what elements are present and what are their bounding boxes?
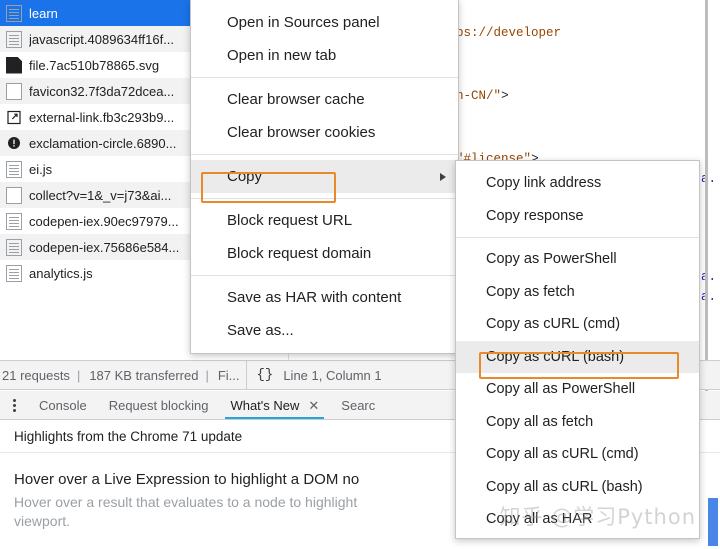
request-count: 21 requests xyxy=(2,367,70,383)
chevron-right-icon xyxy=(440,172,446,181)
doc-plain-icon xyxy=(6,82,22,100)
menu-item-block-request-domain[interactable]: Block request domain xyxy=(191,237,458,270)
menu-item-copy-response[interactable]: Copy response xyxy=(456,200,699,233)
tab-whats-new[interactable]: What's New ✕ xyxy=(219,391,330,419)
menu-item-label: Copy response xyxy=(486,207,584,224)
menu-item-copy-all-as-fetch[interactable]: Copy all as fetch xyxy=(456,406,699,439)
tab-console[interactable]: Console xyxy=(28,391,98,419)
tab-label: Searc xyxy=(341,397,376,413)
menu-item-label: Clear browser cache xyxy=(227,91,365,108)
doc-lines-icon xyxy=(6,160,22,178)
doc-lines-icon xyxy=(6,4,22,22)
more-options-icon[interactable] xyxy=(0,391,28,419)
doc-lines-icon xyxy=(6,30,22,48)
network-context-menu[interactable]: Open in Sources panel Open in new tab Cl… xyxy=(190,0,459,354)
menu-item-label: Copy as cURL (bash) xyxy=(486,348,625,365)
menu-item-label: Save as HAR with content xyxy=(227,289,402,306)
request-name: learn xyxy=(29,5,58,21)
request-name: favicon32.7f3da72dcea... xyxy=(29,83,175,99)
menu-item-save-as[interactable]: Save as... xyxy=(191,314,458,347)
external-link-icon xyxy=(6,109,22,126)
menu-item-label: Copy as PowerShell xyxy=(486,251,617,268)
menu-item-copy-all-as-har[interactable]: Copy all as HAR xyxy=(456,503,699,536)
request-name: analytics.js xyxy=(29,265,93,281)
menu-item-clear-browser-cookies[interactable]: Clear browser cookies xyxy=(191,116,458,149)
menu-item-copy-as-curl-bash[interactable]: Copy as cURL (bash) xyxy=(456,340,699,373)
exclamation-circle-icon xyxy=(6,135,22,152)
tab-label: Request blocking xyxy=(108,397,209,413)
tab-request-blocking[interactable]: Request blocking xyxy=(98,391,220,419)
menu-item-label: Open in Sources panel xyxy=(227,14,380,31)
request-name: collect?v=1&_v=j73&ai... xyxy=(29,187,172,203)
tab-label: Console xyxy=(39,397,87,413)
menu-item-save-as-har-with-content[interactable]: Save as HAR with content xyxy=(191,281,458,314)
menu-item-open-in-new-tab[interactable]: Open in new tab xyxy=(191,39,458,72)
code-fragment: a. xyxy=(701,172,717,186)
menu-item-copy-all-as-curl-cmd[interactable]: Copy all as cURL (cmd) xyxy=(456,438,699,471)
line-column-indicator: Line 1, Column 1 xyxy=(283,367,382,383)
doc-filled-icon xyxy=(6,56,22,74)
request-name: codepen-iex.75686e584... xyxy=(29,239,180,255)
menu-item-copy-as-powershell[interactable]: Copy as PowerShell xyxy=(456,243,699,276)
menu-item-label: Copy as cURL (cmd) xyxy=(486,316,621,333)
close-icon[interactable]: ✕ xyxy=(707,514,720,529)
doc-lines-icon xyxy=(6,264,22,282)
request-name: ei.js xyxy=(29,161,53,177)
request-name: codepen-iex.90ec97979... xyxy=(29,213,179,229)
pretty-print-icon[interactable]: {} xyxy=(247,367,284,383)
devtools-window: learn javascript.4089634ff16f... file.7a… xyxy=(0,0,720,549)
copy-submenu[interactable]: Copy link address Copy response Copy as … xyxy=(455,160,700,539)
doc-plain-icon xyxy=(6,186,22,204)
menu-item-copy-as-fetch[interactable]: Copy as fetch xyxy=(456,276,699,309)
menu-item-label: Copy all as cURL (bash) xyxy=(486,478,643,495)
status-separator: | xyxy=(76,367,81,383)
request-name: external-link.fb3c293b9... xyxy=(29,109,175,125)
status-separator: | xyxy=(205,367,209,383)
menu-item-label: Copy xyxy=(227,168,263,185)
menu-item-copy-all-as-curl-bash[interactable]: Copy all as cURL (bash) xyxy=(456,471,699,504)
doc-lines-icon xyxy=(6,238,22,256)
close-icon[interactable]: ✕ xyxy=(308,399,319,412)
menu-item-label: Block request domain xyxy=(227,245,372,262)
menu-item-label: Copy all as cURL (cmd) xyxy=(486,446,639,463)
menu-item-label: Copy all as PowerShell xyxy=(486,381,636,398)
request-name: file.7ac510b78865.svg xyxy=(29,57,160,73)
menu-item-open-in-sources-panel[interactable]: Open in Sources panel xyxy=(191,6,458,39)
menu-item-label: Copy link address xyxy=(486,175,602,192)
menu-item-copy-all-as-powershell[interactable]: Copy all as PowerShell xyxy=(456,373,699,406)
menu-separator xyxy=(191,275,458,276)
menu-item-label: Block request URL xyxy=(227,212,353,229)
menu-separator xyxy=(191,77,458,78)
menu-item-label: Copy all as HAR xyxy=(486,511,593,528)
menu-item-label: Copy as fetch xyxy=(486,283,575,300)
menu-separator xyxy=(456,237,699,238)
doc-lines-icon xyxy=(6,212,22,230)
menu-item-label: Copy all as fetch xyxy=(486,413,594,430)
menu-item-label: Open in new tab xyxy=(227,47,337,64)
transferred-size: 187 KB transferred xyxy=(89,367,199,383)
code-punctuation: > xyxy=(501,89,509,103)
menu-item-label: Save as... xyxy=(227,322,294,339)
menu-item-copy[interactable]: Copy xyxy=(191,160,458,193)
menu-separator xyxy=(191,198,458,199)
tab-search[interactable]: Searc xyxy=(330,391,386,419)
menu-item-block-request-url[interactable]: Block request URL xyxy=(191,204,458,237)
tab-label: What's New xyxy=(230,397,300,413)
code-fragment: a. xyxy=(701,270,717,284)
request-name: javascript.4089634ff16f... xyxy=(29,31,175,47)
menu-item-copy-link-address[interactable]: Copy link address xyxy=(456,167,699,200)
request-name: exclamation-circle.6890... xyxy=(29,135,177,151)
menu-separator xyxy=(191,154,458,155)
finish-time: Fi... xyxy=(217,367,240,383)
menu-item-label: Clear browser cookies xyxy=(227,124,376,141)
menu-item-clear-browser-cache[interactable]: Clear browser cache xyxy=(191,83,458,116)
code-fragment: a. xyxy=(701,290,717,304)
menu-item-copy-as-curl-cmd[interactable]: Copy as cURL (cmd) xyxy=(456,308,699,341)
